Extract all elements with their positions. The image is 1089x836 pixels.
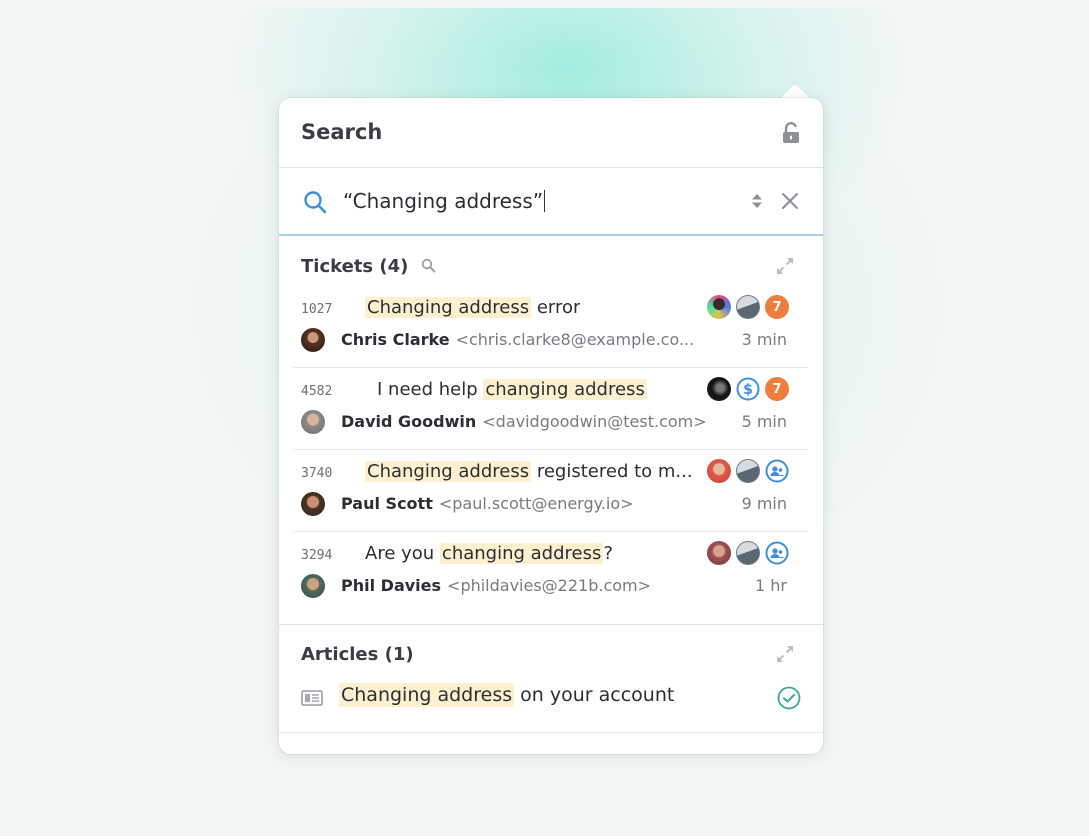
subject-highlight: Changing address bbox=[365, 297, 532, 318]
subject-prefix: I need help bbox=[377, 379, 484, 400]
subject-rest: registered to m... bbox=[531, 461, 693, 482]
agent-avatar bbox=[707, 377, 731, 401]
requester-name: Phil Davies bbox=[341, 576, 442, 595]
team-avatar bbox=[736, 295, 760, 319]
popover-title: Search bbox=[301, 120, 383, 144]
ticket-subject: I need help changing address bbox=[377, 379, 647, 400]
requester-email: <paul.scott@energy.io> bbox=[438, 494, 634, 513]
ticket-badges: $ 7 bbox=[707, 377, 789, 401]
subject-rest: error bbox=[531, 297, 581, 318]
check-circle-icon bbox=[777, 686, 801, 710]
search-bar[interactable]: “Changing address” bbox=[279, 168, 823, 236]
requester-name: Paul Scott bbox=[341, 494, 433, 513]
requester: Phil Davies <phildavies@221b.com> bbox=[341, 576, 651, 595]
requester-name: Chris Clarke bbox=[341, 330, 450, 349]
requester: Paul Scott <paul.scott@energy.io> bbox=[341, 494, 634, 513]
ticket-id: 4582 bbox=[301, 384, 333, 399]
requester-email: <chris.clarke8@example.co... bbox=[455, 330, 695, 349]
svg-text:$: $ bbox=[743, 382, 753, 398]
ticket-time: 5 min bbox=[741, 412, 787, 431]
group-icon bbox=[765, 459, 789, 483]
avatar bbox=[301, 328, 325, 352]
agent-avatar bbox=[707, 295, 731, 319]
ticket-subject: Are you changing address? bbox=[365, 543, 613, 564]
subject-highlight: changing address bbox=[483, 379, 647, 400]
tickets-heading-label: Tickets (4) bbox=[301, 256, 409, 277]
ticket-id: 1027 bbox=[301, 302, 333, 317]
requester-email: <phildavies@221b.com> bbox=[447, 576, 652, 595]
ticket-row[interactable]: 3740 Changing address registered to m...… bbox=[293, 450, 809, 532]
team-avatar bbox=[736, 459, 760, 483]
article-title: Changing address on your account bbox=[339, 683, 675, 707]
count-badge: 7 bbox=[765, 295, 789, 319]
tickets-heading: Tickets (4) bbox=[301, 256, 436, 277]
ticket-row[interactable]: 3294 Are you changing address? Phil Davi… bbox=[293, 532, 809, 614]
lock-open-icon[interactable] bbox=[781, 122, 801, 144]
articles-heading: Articles (1) bbox=[301, 644, 414, 665]
avatar bbox=[301, 574, 325, 598]
footer-divider bbox=[279, 732, 823, 733]
search-popover: Search “Changing address” Tickets (4) 10… bbox=[279, 98, 823, 754]
document-icon bbox=[301, 690, 323, 706]
count-badge: 7 bbox=[765, 377, 789, 401]
ticket-badges bbox=[707, 541, 789, 565]
dollar-icon: $ bbox=[736, 377, 760, 401]
ticket-badges bbox=[707, 459, 789, 483]
close-icon[interactable] bbox=[781, 192, 799, 210]
ticket-time: 3 min bbox=[741, 330, 787, 349]
search-input[interactable]: “Changing address” bbox=[343, 189, 545, 213]
team-avatar bbox=[736, 541, 760, 565]
search-icon bbox=[304, 191, 327, 214]
avatar bbox=[301, 410, 325, 434]
article-rest: on your account bbox=[514, 684, 675, 706]
subject-rest: ? bbox=[603, 543, 613, 564]
search-small-icon bbox=[421, 258, 436, 273]
requester: Chris Clarke <chris.clarke8@example.co... bbox=[341, 330, 694, 349]
ticket-id: 3294 bbox=[301, 548, 333, 563]
expand-icon[interactable] bbox=[775, 256, 795, 276]
subject-highlight: changing address bbox=[439, 543, 604, 564]
article-row[interactable]: Changing address on your account bbox=[301, 683, 801, 714]
subject-highlight: Changing address bbox=[365, 461, 532, 482]
requester: David Goodwin <davidgoodwin@test.com> bbox=[341, 412, 707, 431]
avatar bbox=[301, 492, 325, 516]
group-icon bbox=[765, 541, 789, 565]
sort-icon[interactable] bbox=[751, 192, 763, 210]
ticket-row[interactable]: 4582 I need help changing address $ 7 Da… bbox=[293, 368, 809, 450]
popover-header: Search bbox=[279, 98, 823, 168]
subject-prefix: Are you bbox=[365, 543, 440, 564]
ticket-subject: Changing address registered to m... bbox=[365, 461, 693, 482]
ticket-time: 9 min bbox=[741, 494, 787, 513]
section-divider bbox=[279, 624, 823, 625]
agent-avatar bbox=[707, 459, 731, 483]
requester-email: <davidgoodwin@test.com> bbox=[482, 412, 707, 431]
requester-name: David Goodwin bbox=[341, 412, 477, 431]
ticket-row[interactable]: 1027 Changing address error 7 Chris Clar… bbox=[293, 286, 809, 368]
ticket-time: 1 hr bbox=[755, 576, 787, 595]
agent-avatar bbox=[707, 541, 731, 565]
article-highlight: Changing address bbox=[339, 683, 515, 707]
expand-icon[interactable] bbox=[775, 644, 795, 664]
ticket-badges: 7 bbox=[707, 295, 789, 319]
ticket-id: 3740 bbox=[301, 466, 333, 481]
ticket-subject: Changing address error bbox=[365, 297, 580, 318]
